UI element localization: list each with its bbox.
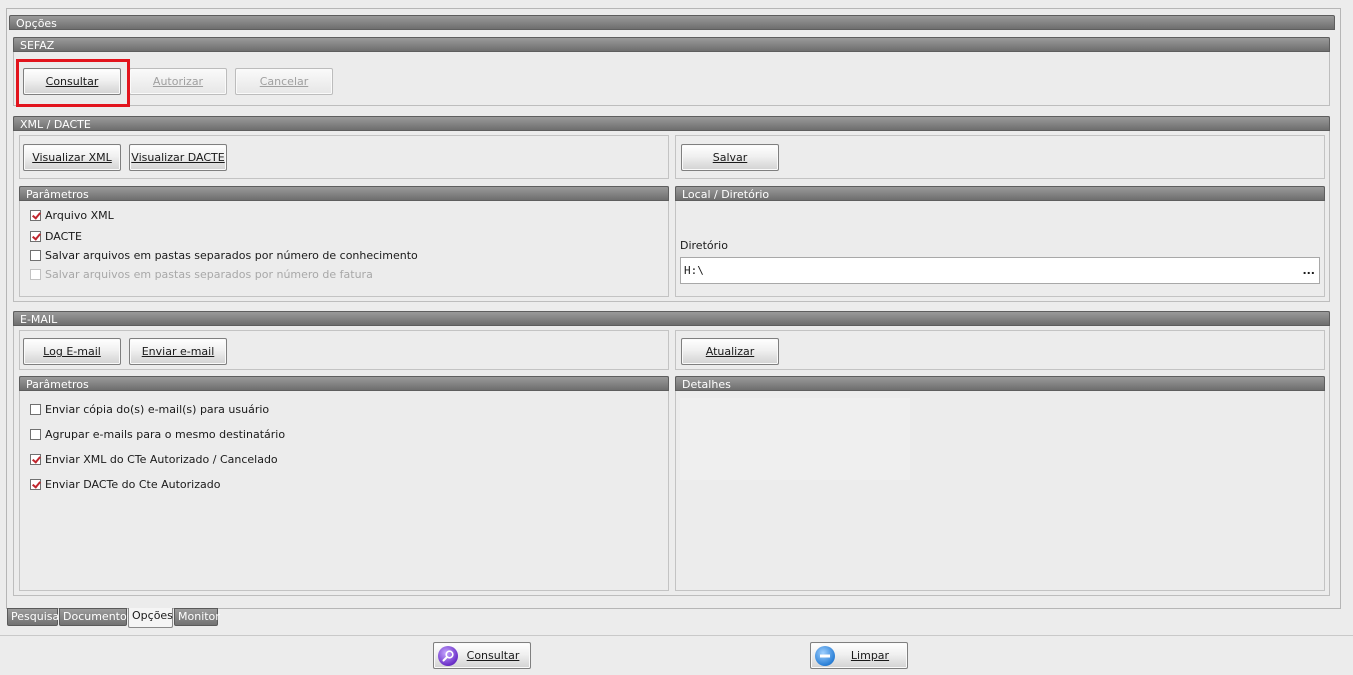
checkbox-copia-usuario[interactable]: Enviar cópia do(s) e-mail(s) para usuári… [30,403,269,419]
checkbox-label: Enviar XML do CTe Autorizado / Cancelado [45,453,278,466]
search-icon [438,646,458,666]
checkbox-pasta-fatura: Salvar arquivos em pastas separados por … [30,268,373,284]
xml-dacte-title: XML / DACTE [20,118,91,131]
cancelar-button[interactable]: Cancelar [235,68,333,95]
xml-params-title: Parâmetros [26,188,89,201]
diretorio-value: H:\ [684,264,704,277]
email-params-header: Parâmetros [19,376,669,391]
salvar-button[interactable]: Salvar [681,144,779,171]
checkbox-pasta-conhecimento[interactable]: Salvar arquivos em pastas separados por … [30,249,418,265]
diretorio-label: Diretório [680,239,728,252]
checkbox-label: Enviar cópia do(s) e-mail(s) para usuári… [45,403,270,416]
log-email-button[interactable]: Log E-mail [23,338,121,365]
bottom-limpar-button[interactable]: Limpar [810,642,908,669]
checkbox-checked-icon[interactable] [30,454,41,465]
detalhes-title: Detalhes [682,378,731,391]
sefaz-header: SEFAZ [13,37,1330,52]
checkbox-unchecked-icon[interactable] [30,250,41,261]
email-title: E-MAIL [20,313,58,326]
browse-directory-button[interactable]: ... [1302,258,1315,283]
tab-label: Monitor [178,610,220,623]
xml-params-header: Parâmetros [19,186,669,201]
options-title: Opções [16,17,57,30]
detalhes-content [680,398,910,480]
xml-dacte-header: XML / DACTE [13,116,1330,131]
search-glyph [442,650,454,662]
bottom-toolbar [0,635,1353,673]
diretorio-input[interactable]: H:\ ... [680,257,1320,284]
sefaz-title: SEFAZ [20,39,55,52]
tab-label: Pesquisa [11,610,60,623]
checkbox-label: Salvar arquivos em pastas separados por … [45,249,418,262]
checkbox-checked-icon[interactable] [30,210,41,221]
checkbox-label: Agrupar e-mails para o mesmo destinatári… [45,428,286,441]
detalhes-header: Detalhes [675,376,1325,391]
atualizar-button[interactable]: Atualizar [681,338,779,365]
bottom-consultar-button[interactable]: Consultar [433,642,531,669]
email-params-title: Parâmetros [26,378,89,391]
checkbox-enviar-dacte[interactable]: Enviar DACTe do Cte Autorizado [30,478,220,494]
checkbox-unchecked-icon [30,269,41,280]
checkbox-label: Salvar arquivos em pastas separados por … [45,268,373,281]
autorizar-button[interactable]: Autorizar [129,68,227,95]
bottom-limpar-label: Limpar [850,649,890,662]
tab-pesquisa[interactable]: Pesquisa [7,608,60,626]
options-header: Opções [9,15,1335,30]
checkbox-arquivo-xml[interactable]: Arquivo XML [30,209,114,225]
local-diretorio-title: Local / Diretório [682,188,770,201]
checkbox-label: Arquivo XML [45,209,114,222]
tab-label: Documentos [63,610,133,623]
visualizar-dacte-button[interactable]: Visualizar DACTE [129,144,227,171]
visualizar-xml-button[interactable]: Visualizar XML [23,144,121,171]
checkbox-unchecked-icon[interactable] [30,429,41,440]
checkbox-unchecked-icon[interactable] [30,404,41,415]
tab-monitor[interactable]: Monitor [174,608,220,626]
tab-opcoes[interactable]: Opções [128,608,173,628]
minus-glyph [820,654,830,658]
tab-label: Opções [132,609,173,622]
checkbox-checked-icon[interactable] [30,231,41,242]
local-diretorio-header: Local / Diretório [675,186,1325,201]
checkbox-label: DACTE [45,230,82,243]
minus-icon [815,646,835,666]
checkbox-label: Enviar DACTe do Cte Autorizado [45,478,221,491]
checkbox-enviar-xml[interactable]: Enviar XML do CTe Autorizado / Cancelado [30,453,278,469]
checkbox-agrupar-emails[interactable]: Agrupar e-mails para o mesmo destinatári… [30,428,285,444]
consultar-highlight-box [16,59,130,107]
tab-documentos[interactable]: Documentos [59,608,132,626]
checkbox-checked-icon[interactable] [30,479,41,490]
email-header: E-MAIL [13,311,1330,326]
enviar-email-button[interactable]: Enviar e-mail [129,338,227,365]
checkbox-dacte[interactable]: DACTE [30,230,82,246]
